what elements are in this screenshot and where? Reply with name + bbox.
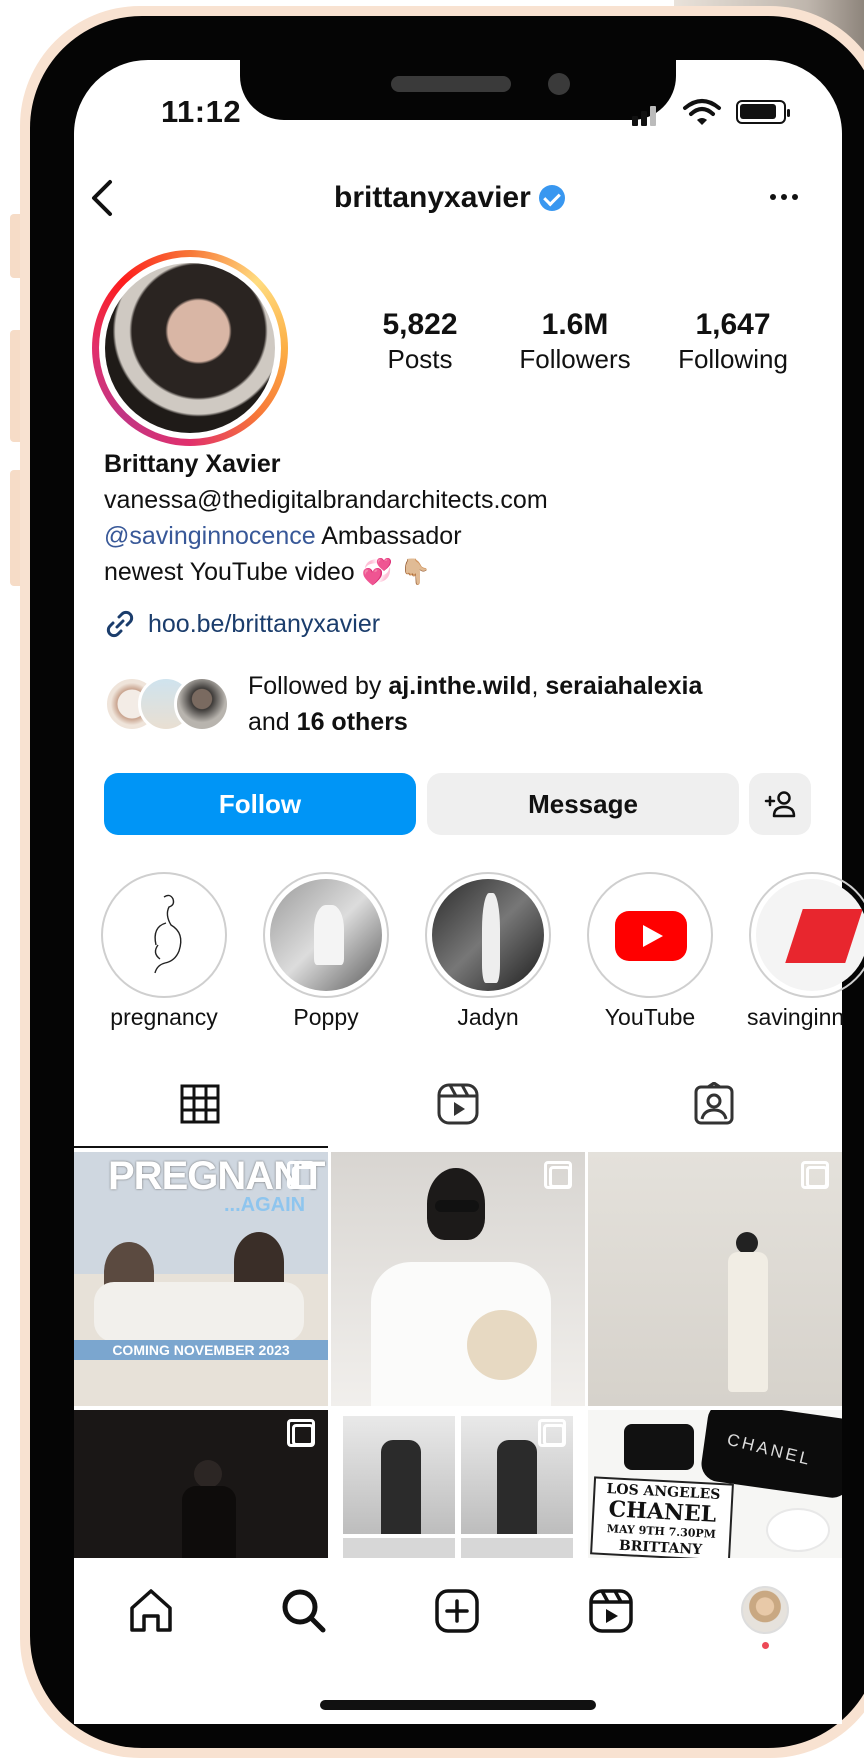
carousel-icon <box>544 1161 572 1189</box>
signal-bar <box>641 111 647 126</box>
chevron-left-icon[interactable] <box>88 178 116 218</box>
highlight-jadyn[interactable]: Jadyn <box>425 872 551 1030</box>
username: brittanyxavier <box>334 181 531 214</box>
grid-tab-icon[interactable] <box>178 1082 222 1126</box>
bio-link[interactable]: hoo.be/brittanyxavier <box>104 608 380 640</box>
post-banner-text: COMING NOVEMBER 2023 <box>74 1340 328 1360</box>
post-tile[interactable] <box>331 1410 585 1558</box>
status-time: 11:12 <box>161 94 242 129</box>
bio-line-mention: @savinginnocence Ambassador <box>104 518 462 554</box>
post-subtitle-text: ...AGAIN <box>224 1194 306 1216</box>
mutual-user-1: aj.inthe.wild <box>388 672 532 700</box>
signal-icon <box>632 116 638 126</box>
signal-bar <box>650 106 656 126</box>
more-horizontal-icon[interactable] <box>770 194 798 200</box>
search-icon[interactable] <box>279 1586 329 1636</box>
highlight-label: savinginn <box>747 1004 845 1030</box>
youtube-icon <box>615 911 687 961</box>
followed-by-and: and <box>248 708 297 736</box>
savinginnocence-logo <box>785 909 863 963</box>
post-tile[interactable]: CHANEL LOS ANGELES CHANEL MAY 9TH 7.30PM… <box>588 1410 842 1558</box>
reels-tab-icon[interactable] <box>436 1082 480 1126</box>
reels-icon[interactable] <box>586 1586 636 1636</box>
carousel-icon <box>538 1419 566 1447</box>
highlight-youtube[interactable]: YouTube <box>587 872 713 1030</box>
create-post-icon[interactable] <box>432 1586 482 1636</box>
highlight-label: YouTube <box>604 1004 696 1030</box>
stat-label: Followers <box>519 344 631 374</box>
post-tile[interactable] <box>74 1410 328 1558</box>
wifi-icon <box>683 99 721 125</box>
followed-by-text[interactable]: Followed by aj.inthe.wild, seraiahalexia… <box>248 668 702 740</box>
followed-by-prefix: Followed by <box>248 672 389 700</box>
add-person-icon <box>764 791 796 818</box>
home-icon[interactable] <box>126 1586 176 1636</box>
followers-count[interactable]: 1.6M Followers <box>510 308 640 376</box>
highlight-savinginnocence[interactable]: savinginn <box>747 872 864 1030</box>
avatar <box>174 676 230 732</box>
notification-dot <box>762 1642 769 1649</box>
carousel-icon <box>287 1161 315 1189</box>
highlight-label: Poppy <box>293 1004 359 1030</box>
followed-by-sep: , <box>531 672 546 700</box>
stat-label: Following <box>678 344 788 374</box>
battery-icon <box>736 100 790 124</box>
following-count[interactable]: 1,647 Following <box>668 308 798 376</box>
posts-count[interactable]: 5,822 Posts <box>360 308 480 376</box>
profile-header-title: brittanyxavier <box>334 178 565 218</box>
profile-tab-avatar[interactable] <box>741 1586 789 1634</box>
carousel-icon <box>801 1161 829 1189</box>
mutual-followers-avatars[interactable] <box>104 676 234 732</box>
stat-value: 5,822 <box>382 308 458 341</box>
bio-mention-suffix: Ambassador <box>315 522 462 550</box>
verified-badge-icon <box>538 185 565 211</box>
pregnancy-sketch-icon <box>154 894 182 974</box>
avatar-image <box>105 263 275 433</box>
stat-label: Posts <box>387 344 453 374</box>
bio-link-text[interactable]: hoo.be/brittanyxavier <box>148 610 380 639</box>
post-tile[interactable] <box>588 1152 842 1406</box>
follow-button[interactable]: Follow <box>104 773 416 835</box>
avatar[interactable] <box>92 250 288 446</box>
highlight-pregnancy[interactable]: pregnancy <box>101 872 227 1030</box>
highlight-label: Jadyn <box>457 1004 519 1030</box>
bio-email[interactable]: vanessa@thedigitalbrandarchitects.com <box>104 482 548 518</box>
active-tab-indicator <box>74 1146 328 1148</box>
post-tile[interactable] <box>331 1152 585 1406</box>
status-icons <box>632 98 792 128</box>
highlight-poppy[interactable]: Poppy <box>263 872 389 1030</box>
post-tile[interactable]: PREGNANT ...AGAIN COMING NOVEMBER 2023 <box>74 1152 328 1406</box>
bio-line-youtube: newest YouTube video 💞 👇🏼 <box>104 558 431 586</box>
tagged-tab-icon[interactable] <box>692 1082 736 1126</box>
speaker <box>391 76 511 92</box>
link-icon <box>106 610 134 638</box>
profile-name: Brittany Xavier <box>104 450 281 478</box>
camera <box>548 73 570 95</box>
suggest-people-button[interactable] <box>749 773 811 835</box>
message-button[interactable]: Message <box>427 773 739 835</box>
highlight-label: pregnancy <box>110 1004 218 1030</box>
event-poster: LOS ANGELES CHANEL MAY 9TH 7.30PM BRITTA… <box>590 1476 734 1558</box>
mutual-others-count: 16 others <box>296 708 408 736</box>
mutual-user-2: seraiahalexia <box>545 672 703 700</box>
carousel-icon <box>287 1419 315 1447</box>
bio-mention-link[interactable]: @savinginnocence <box>104 522 316 550</box>
stat-value: 1.6M <box>541 308 609 341</box>
home-indicator <box>320 1700 596 1710</box>
stat-value: 1,647 <box>695 308 771 341</box>
